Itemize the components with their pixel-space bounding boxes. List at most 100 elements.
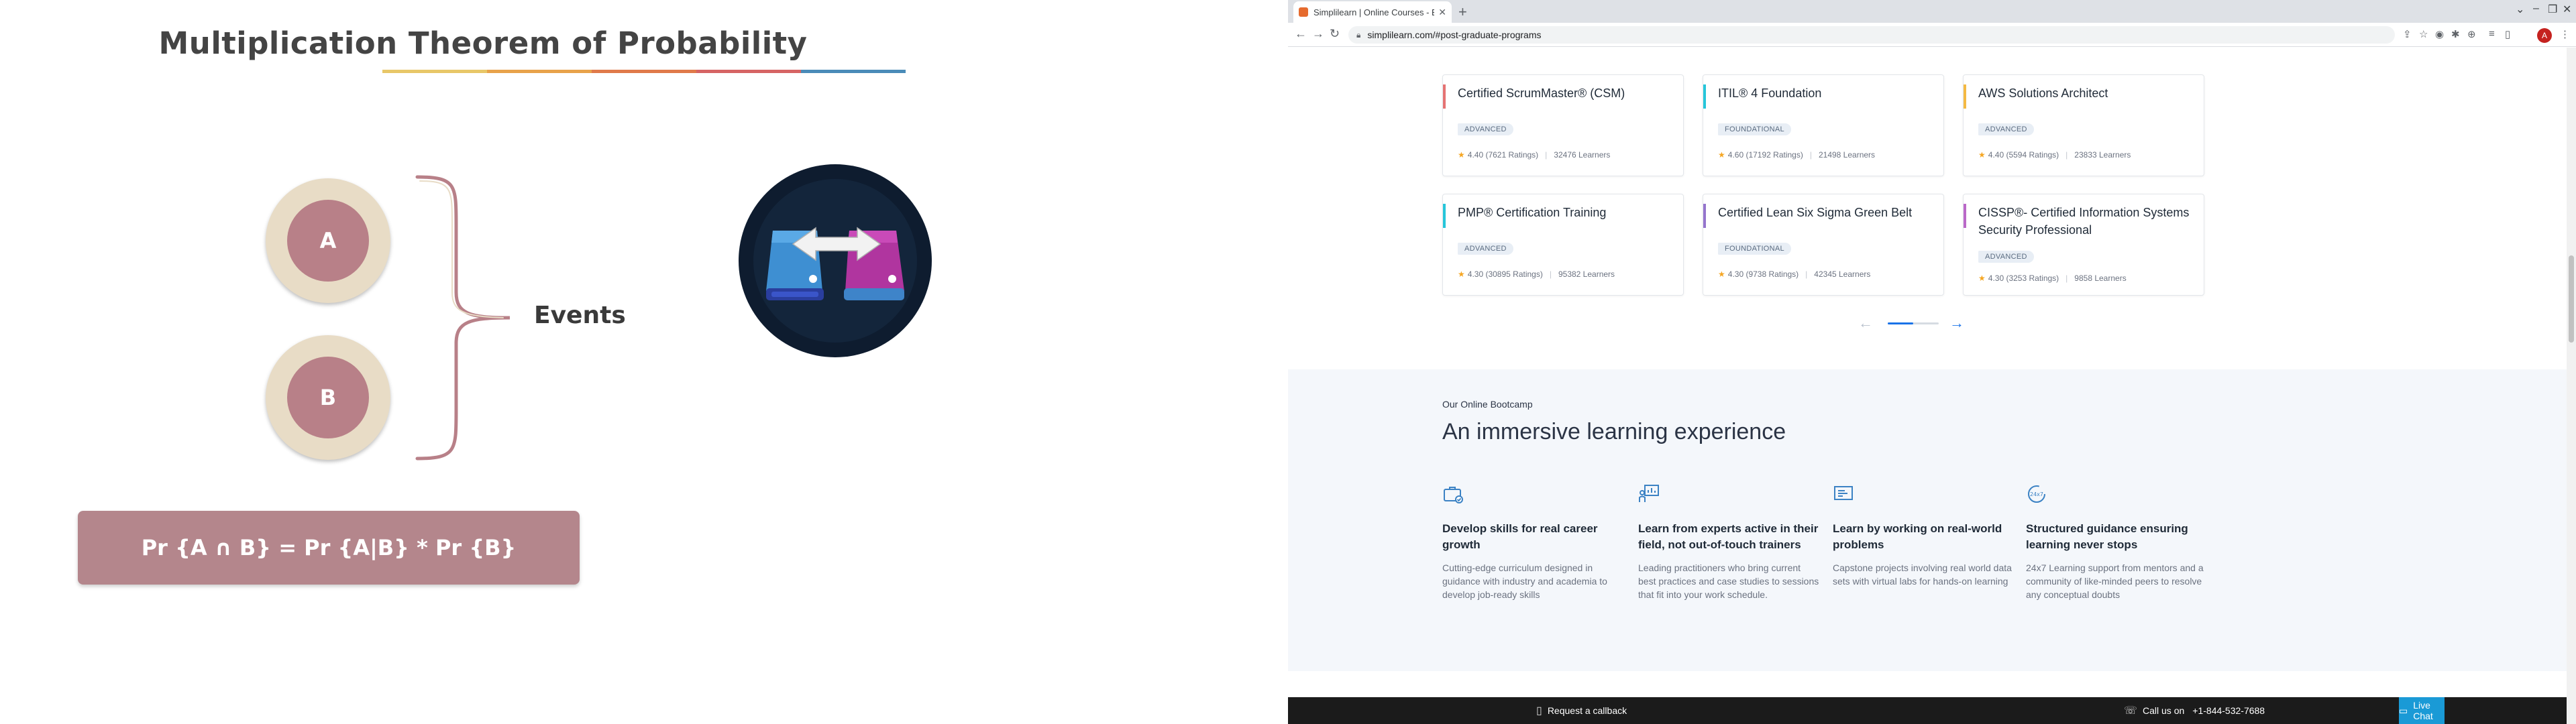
page-scrollbar[interactable]: [2567, 48, 2576, 724]
request-callback-label: Request a callback: [1547, 705, 1627, 716]
course-level-badge: ADVANCED: [1978, 251, 2034, 263]
events-label: Events: [534, 302, 626, 329]
media-icon[interactable]: ≡: [2489, 28, 2495, 40]
call-us-label: Call us on: [2143, 705, 2185, 716]
screen-code-icon: [1833, 483, 1854, 505]
browser-window: Simplilearn | Online Courses - B... ✕ + …: [1288, 0, 2576, 724]
extensions-puzzle-icon[interactable]: ✱: [2451, 28, 2460, 40]
briefcase-check-icon: [1442, 483, 1464, 505]
feature-item: Learn by working on real-world problems C…: [1833, 483, 2014, 588]
course-meta: ★ 4.30 (30895 Ratings) | 95382 Learners: [1458, 269, 1615, 279]
course-level-badge: ADVANCED: [1978, 123, 2034, 135]
address-bar[interactable]: 🔒︎ simplilearn.com/#post-graduate-progra…: [1348, 26, 2395, 44]
back-icon[interactable]: ←: [1295, 27, 1307, 41]
lock-icon: 🔒︎: [1356, 29, 1361, 40]
course-title[interactable]: Certified ScrumMaster® (CSM): [1458, 84, 1672, 102]
24x7-icon: 24x7: [2026, 483, 2047, 505]
close-tab-icon[interactable]: ✕: [1438, 7, 1446, 18]
desktop-screen: Multiplication Theorem of Probability A …: [0, 0, 2576, 724]
course-level-badge: ADVANCED: [1458, 243, 1513, 255]
event-b-circle: B: [266, 335, 390, 460]
course-card[interactable]: Certified ScrumMaster® (CSM) ADVANCED ★ 4.4…: [1442, 74, 1684, 176]
card-accent-bar: [1964, 204, 1966, 228]
chevron-down-icon[interactable]: ⌄: [2516, 3, 2524, 16]
title-underline-segment: [696, 70, 801, 73]
course-card[interactable]: Certified Lean Six Sigma Green Belt FOUND…: [1703, 194, 1944, 296]
carousel-progress: [1888, 322, 1939, 324]
forward-icon[interactable]: →: [1312, 27, 1324, 41]
feature-description: Capstone projects involving real world d…: [1833, 562, 2012, 587]
carousel-next-icon[interactable]: →: [1949, 314, 1964, 332]
meta-separator: |: [1805, 269, 1808, 279]
title-underline: [382, 70, 906, 73]
card-accent-bar: [1443, 204, 1446, 228]
browser-toolbar: ← → ↻ 🔒︎ simplilearn.com/#post-graduate-…: [1288, 23, 2576, 47]
reload-icon[interactable]: ↻: [1330, 27, 1340, 41]
phone-callback-icon: ▯: [1536, 705, 1542, 717]
course-level-badge: ADVANCED: [1458, 123, 1513, 135]
phone-number: +1-844-532-7688: [2192, 705, 2265, 716]
scrollbar-thumb[interactable]: [2569, 255, 2574, 343]
course-learners: 23833 Learners: [2074, 150, 2131, 160]
new-tab-icon[interactable]: +: [1458, 3, 1467, 21]
course-title[interactable]: Certified Lean Six Sigma Green Belt: [1718, 204, 1933, 221]
course-rating: 4.60 (17192 Ratings): [1727, 150, 1803, 160]
svg-text:24x7: 24x7: [2030, 491, 2043, 497]
star-icon: ★: [1718, 150, 1725, 160]
meta-separator: |: [1549, 269, 1552, 279]
page-viewport: Certified ScrumMaster® (CSM) ADVANCED ★ 4.4…: [1288, 48, 2567, 724]
feature-item: Develop skills for real career growth Cut…: [1442, 483, 1623, 601]
course-title[interactable]: ITIL® 4 Foundation: [1718, 84, 1933, 102]
feature-item: 24x7 Structured guidance ensuring learnin…: [2026, 483, 2207, 601]
extension-icon[interactable]: ⊕: [2467, 28, 2476, 40]
feature-description: Leading practitioners who bring current …: [1638, 562, 1819, 600]
bookmark-star-icon[interactable]: ☆: [2419, 28, 2428, 40]
meta-separator: |: [2065, 150, 2068, 160]
course-title[interactable]: PMP® Certification Training: [1458, 204, 1672, 221]
profile-avatar[interactable]: A: [2537, 28, 2552, 43]
course-title[interactable]: AWS Solutions Architect: [1978, 84, 2193, 102]
live-chat-button[interactable]: ▭ Live Chat: [2399, 697, 2445, 724]
event-a-circle: A: [266, 178, 390, 303]
bootcamp-label: Our Online Bootcamp: [1442, 399, 1533, 410]
course-meta: ★ 4.30 (3253 Ratings) | 9858 Learners: [1978, 274, 2127, 283]
star-icon: ★: [1458, 150, 1465, 160]
bottom-contact-bar: ▯ Request a callback ☏ Call us on +1-844…: [1288, 697, 2567, 724]
two-drives-swap-icon: [739, 164, 932, 357]
restore-icon[interactable]: ❐: [2548, 3, 2557, 16]
card-accent-bar: [1443, 84, 1446, 109]
event-b-label: B: [287, 357, 369, 438]
extension-red-icon[interactable]: ◉: [2435, 28, 2444, 40]
course-card[interactable]: ITIL® 4 Foundation FOUNDATIONAL ★ 4.60 (171…: [1703, 74, 1944, 176]
course-card[interactable]: CISSP®- Certified Information Systems Se…: [1963, 194, 2204, 296]
feature-description: 24x7 Learning support from mentors and a…: [2026, 562, 2204, 600]
star-icon: ★: [1978, 274, 1986, 283]
tab-simplilearn[interactable]: Simplilearn | Online Courses - B... ✕: [1293, 1, 1452, 23]
call-us-item[interactable]: ☏ Call us on +1-844-532-7688: [2124, 704, 2265, 717]
course-learners: 32476 Learners: [1554, 150, 1611, 160]
share-icon[interactable]: ⇪: [2403, 28, 2412, 40]
menu-kebab-icon[interactable]: ⋮: [2560, 28, 2570, 40]
course-rating: 4.40 (7621 Ratings): [1467, 150, 1539, 160]
tab-title: Simplilearn | Online Courses - B...: [1313, 7, 1435, 17]
request-callback-button[interactable]: ▯ Request a callback: [1536, 704, 1627, 717]
feature-heading: Structured guidance ensuring learning ne…: [2026, 522, 2188, 551]
course-card[interactable]: AWS Solutions Architect ADVANCED ★ 4.40 (55…: [1963, 74, 2204, 176]
course-level-badge: FOUNDATIONAL: [1718, 243, 1791, 255]
title-underline-segment: [592, 70, 696, 73]
course-rating: 4.30 (3253 Ratings): [1988, 274, 2059, 283]
course-meta: ★ 4.40 (7621 Ratings) | 32476 Learners: [1458, 150, 1610, 160]
minimize-icon[interactable]: –: [2533, 3, 2539, 15]
course-rating: 4.30 (30895 Ratings): [1467, 269, 1543, 279]
tab-strip: Simplilearn | Online Courses - B... ✕ + …: [1288, 0, 2576, 23]
course-card[interactable]: PMP® Certification Training ADVANCED ★ 4.30…: [1442, 194, 1684, 296]
carousel-prev-icon[interactable]: ←: [1858, 314, 1873, 332]
close-window-icon[interactable]: ✕: [2563, 3, 2571, 16]
side-panel-icon[interactable]: ▯: [2505, 28, 2510, 40]
course-title[interactable]: CISSP®- Certified Information Systems Se…: [1978, 204, 2193, 239]
star-icon: ★: [1458, 269, 1465, 279]
formula-box: Pr {A ∩ B} = Pr {A|B} * Pr {B}: [78, 511, 580, 585]
slide-title: Multiplication Theorem of Probability: [158, 25, 808, 61]
carousel-nav: ← →: [1858, 314, 1972, 335]
presentation-slide: Multiplication Theorem of Probability A …: [0, 0, 1288, 724]
